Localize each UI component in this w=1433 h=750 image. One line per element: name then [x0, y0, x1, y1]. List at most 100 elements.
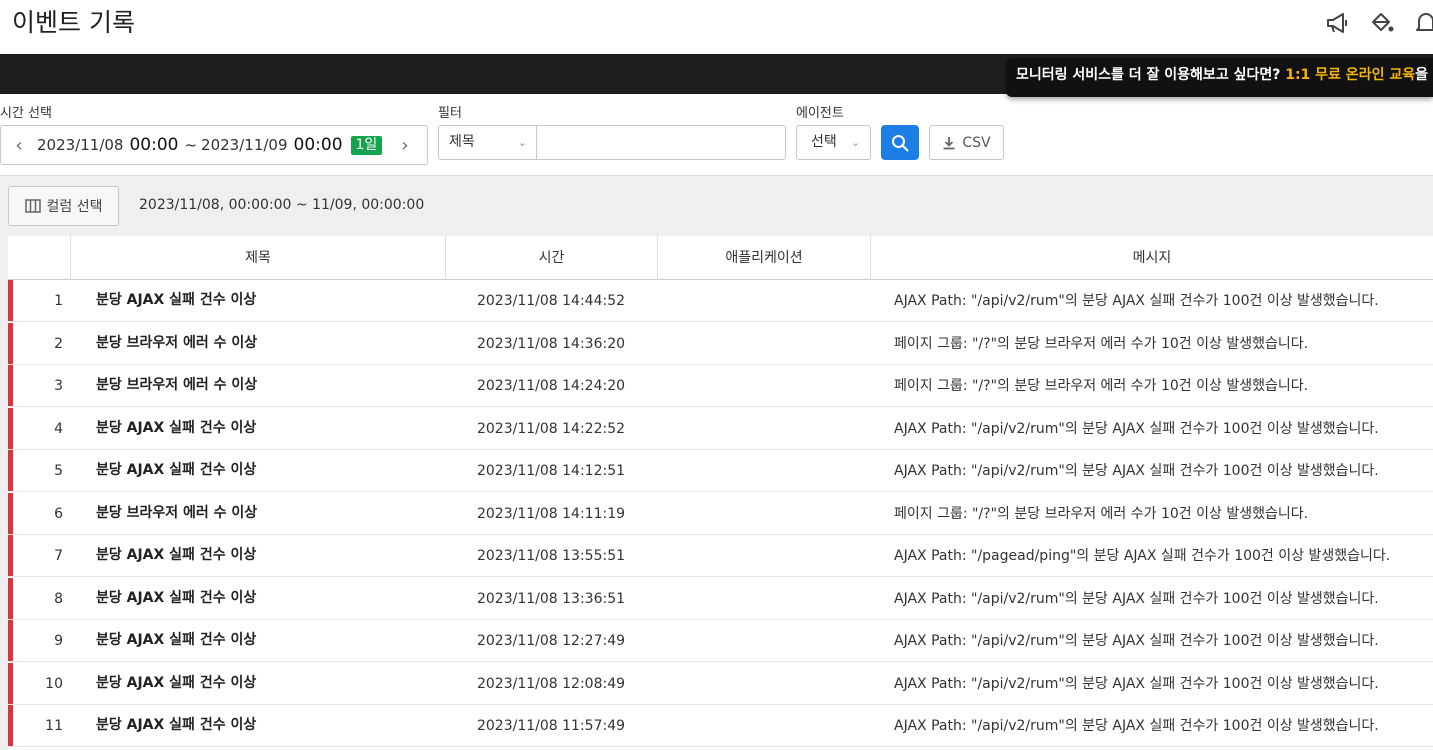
table-row[interactable]: 5 분당 AJAX 실패 건수 이상 2023/11/08 14:12:51 AJAX… [8, 450, 1433, 492]
row-time: 2023/11/08 14:22:52 [476, 420, 626, 437]
row-time: 2023/11/08 13:55:51 [476, 548, 626, 564]
filter-input[interactable] [536, 125, 786, 160]
row-message: AJAX Path: "/api/v2/rum"의 분당 AJAX 실패 건수가… [894, 718, 1379, 734]
chevron-down-icon: ⌄ [517, 136, 527, 149]
promo-tooltip[interactable]: 모니터링 서비스를 더 잘 이용해보고 싶다면? 1:1 무료 온라인 교육을 [1006, 58, 1433, 97]
promo-text: 모니터링 서비스를 더 잘 이용해보고 싶다면? [1016, 67, 1286, 83]
promo-suffix: 을 [1415, 67, 1428, 83]
end-date: 2023/11/09 [201, 136, 288, 154]
row-title: 분당 AJAX 실패 건수 이상 [96, 292, 257, 308]
row-time: 2023/11/08 12:27:49 [476, 633, 626, 649]
row-index: 11 [45, 718, 63, 734]
table-row[interactable]: 10 분당 AJAX 실패 건수 이상 2023/11/08 12:08:49 AJA… [8, 662, 1433, 705]
row-time: 2023/11/08 11:57:49 [476, 718, 626, 734]
row-title: 분당 AJAX 실패 건수 이상 [96, 674, 257, 691]
header-time[interactable]: 시간 [446, 236, 658, 280]
paint-bucket-icon[interactable] [1369, 10, 1395, 36]
download-icon [943, 136, 955, 149]
columns-icon [24, 199, 41, 213]
column-select-button[interactable]: 컬럼 선택 [8, 186, 119, 226]
column-select-label: 컬럼 선택 [46, 199, 103, 215]
table-row[interactable]: 7 분당 AJAX 실패 건수 이상 2023/11/08 13:55:51 AJAX… [8, 535, 1433, 577]
row-message: 페이지 그룹: "/?"의 분당 브라우저 에러 수가 10건 이상 발생했습니… [894, 505, 1309, 522]
row-time: 2023/11/08 14:24:20 [476, 378, 626, 394]
row-index: 1 [54, 293, 63, 309]
row-title: 분당 브라우저 에러 수 이상 [96, 504, 258, 521]
table-row[interactable]: 9 분당 AJAX 실패 건수 이상 2023/11/08 12:27:49 AJAX… [8, 620, 1433, 662]
row-message: AJAX Path: "/api/v2/rum"의 분당 AJAX 실패 건수가… [894, 590, 1379, 607]
row-time: 2023/11/08 13:36:51 [476, 590, 626, 607]
event-table: 제목 시간 애플리케이션 메시지 1 분당 AJAX 실패 건수 이상 2023/1… [8, 236, 1433, 750]
time-select-label: 시간 선택 [0, 106, 52, 121]
row-title: 분당 브라우저 에러 수 이상 [96, 334, 258, 351]
search-icon [892, 134, 909, 151]
row-title: 분당 AJAX 실패 건수 이상 [96, 589, 257, 606]
header-title[interactable]: 제목 [71, 236, 446, 280]
header-index [8, 236, 71, 280]
row-time: 2023/11/08 14:44:52 [476, 293, 626, 309]
page-header: 이벤트 기록 [0, 0, 1433, 54]
page-title: 이벤트 기록 [12, 8, 135, 37]
row-index: 6 [54, 505, 63, 522]
row-index: 3 [54, 378, 63, 394]
row-title: 분당 AJAX 실패 건수 이상 [96, 419, 257, 436]
row-message: AJAX Path: "/api/v2/rum"의 분당 AJAX 실패 건수가… [894, 675, 1379, 692]
table-header: 제목 시간 애플리케이션 메시지 [8, 236, 1433, 280]
agent-select[interactable]: 선택 ⌄ [796, 125, 871, 160]
table-row[interactable]: 2 분당 브라우저 에러 수 이상 2023/11/08 14:36:20 페이지 그… [8, 322, 1433, 365]
row-time: 2023/11/08 14:36:20 [476, 335, 626, 352]
row-index: 4 [54, 420, 63, 437]
header-message[interactable]: 메시지 [871, 236, 1433, 280]
row-title: 분당 AJAX 실패 건수 이상 [96, 462, 257, 478]
filter-field-value: 제목 [449, 134, 475, 150]
start-date: 2023/11/08 [37, 136, 124, 154]
end-time[interactable]: 00:00 [294, 135, 343, 155]
header-application[interactable]: 애플리케이션 [658, 236, 871, 280]
row-time: 2023/11/08 14:12:51 [476, 463, 626, 479]
time-range-picker[interactable]: ‹ 2023/11/08 00:00 ~ 2023/11/09 00:00 1일… [0, 125, 428, 165]
row-title: 분당 AJAX 실패 건수 이상 [96, 717, 257, 733]
row-message: 페이지 그룹: "/?"의 분당 브라우저 에러 수가 10건 이상 발생했습니… [894, 378, 1309, 394]
row-message: AJAX Path: "/api/v2/rum"의 분당 AJAX 실패 건수가… [894, 463, 1379, 479]
start-time[interactable]: 00:00 [129, 135, 178, 155]
row-time: 2023/11/08 14:11:19 [476, 505, 626, 522]
row-title: 분당 AJAX 실패 건수 이상 [96, 632, 257, 648]
row-index: 10 [45, 675, 63, 692]
row-index: 2 [54, 335, 63, 352]
range-tilde: ~ [184, 136, 198, 154]
table-row[interactable]: 4 분당 AJAX 실패 건수 이상 2023/11/08 14:22:52 AJAX… [8, 407, 1433, 450]
row-index: 9 [54, 633, 63, 649]
range-badge[interactable]: 1일 [350, 135, 383, 155]
chevron-right-icon[interactable]: › [387, 135, 423, 156]
row-title: 분당 브라우저 에러 수 이상 [96, 377, 258, 393]
table-row[interactable]: 1 분당 AJAX 실패 건수 이상 2023/11/08 14:44:52 AJAX… [8, 280, 1433, 322]
row-title: 분당 AJAX 실패 건수 이상 [96, 547, 257, 563]
row-index: 5 [54, 463, 63, 479]
csv-label: CSV [962, 134, 991, 151]
header-icons [1325, 10, 1433, 36]
bell-icon[interactable] [1413, 10, 1433, 36]
table-row[interactable]: 11 분당 AJAX 실패 건수 이상 2023/11/08 11:57:49 AJA… [8, 705, 1433, 747]
chevron-left-icon[interactable]: ‹ [1, 135, 37, 156]
megaphone-icon[interactable] [1325, 10, 1351, 36]
range-summary: 2023/11/08, 00:00:00 ~ 11/09, 00:00:00 [139, 197, 425, 213]
search-button[interactable] [881, 125, 919, 160]
table-row[interactable]: 6 분당 브라우저 에러 수 이상 2023/11/08 14:11:19 페이지 그… [8, 492, 1433, 535]
csv-download-button[interactable]: CSV [929, 125, 1004, 160]
agent-select-value: 선택 [811, 134, 837, 150]
row-index: 8 [54, 590, 63, 607]
agent-label: 에이전트 [796, 106, 844, 121]
table-row[interactable]: 8 분당 AJAX 실패 건수 이상 2023/11/08 13:36:51 AJAX… [8, 577, 1433, 620]
filter-field-select[interactable]: 제목 ⌄ [438, 125, 537, 160]
row-time: 2023/11/08 12:08:49 [476, 675, 626, 692]
chevron-down-icon: ⌄ [850, 136, 860, 149]
filter-label: 필터 [438, 106, 462, 121]
row-index: 7 [54, 548, 63, 564]
row-message: 페이지 그룹: "/?"의 분당 브라우저 에러 수가 10건 이상 발생했습니… [894, 335, 1309, 352]
table-row[interactable]: 3 분당 브라우저 에러 수 이상 2023/11/08 14:24:20 페이지 그… [8, 365, 1433, 407]
row-message: AJAX Path: "/api/v2/rum"의 분당 AJAX 실패 건수가… [894, 293, 1379, 309]
row-message: AJAX Path: "/api/v2/rum"의 분당 AJAX 실패 건수가… [894, 420, 1379, 437]
row-message: AJAX Path: "/pagead/ping"의 분당 AJAX 실패 건수… [894, 548, 1391, 564]
promo-highlight-link[interactable]: 1:1 무료 온라인 교육 [1285, 67, 1415, 83]
row-message: AJAX Path: "/api/v2/rum"의 분당 AJAX 실패 건수가… [894, 633, 1379, 649]
